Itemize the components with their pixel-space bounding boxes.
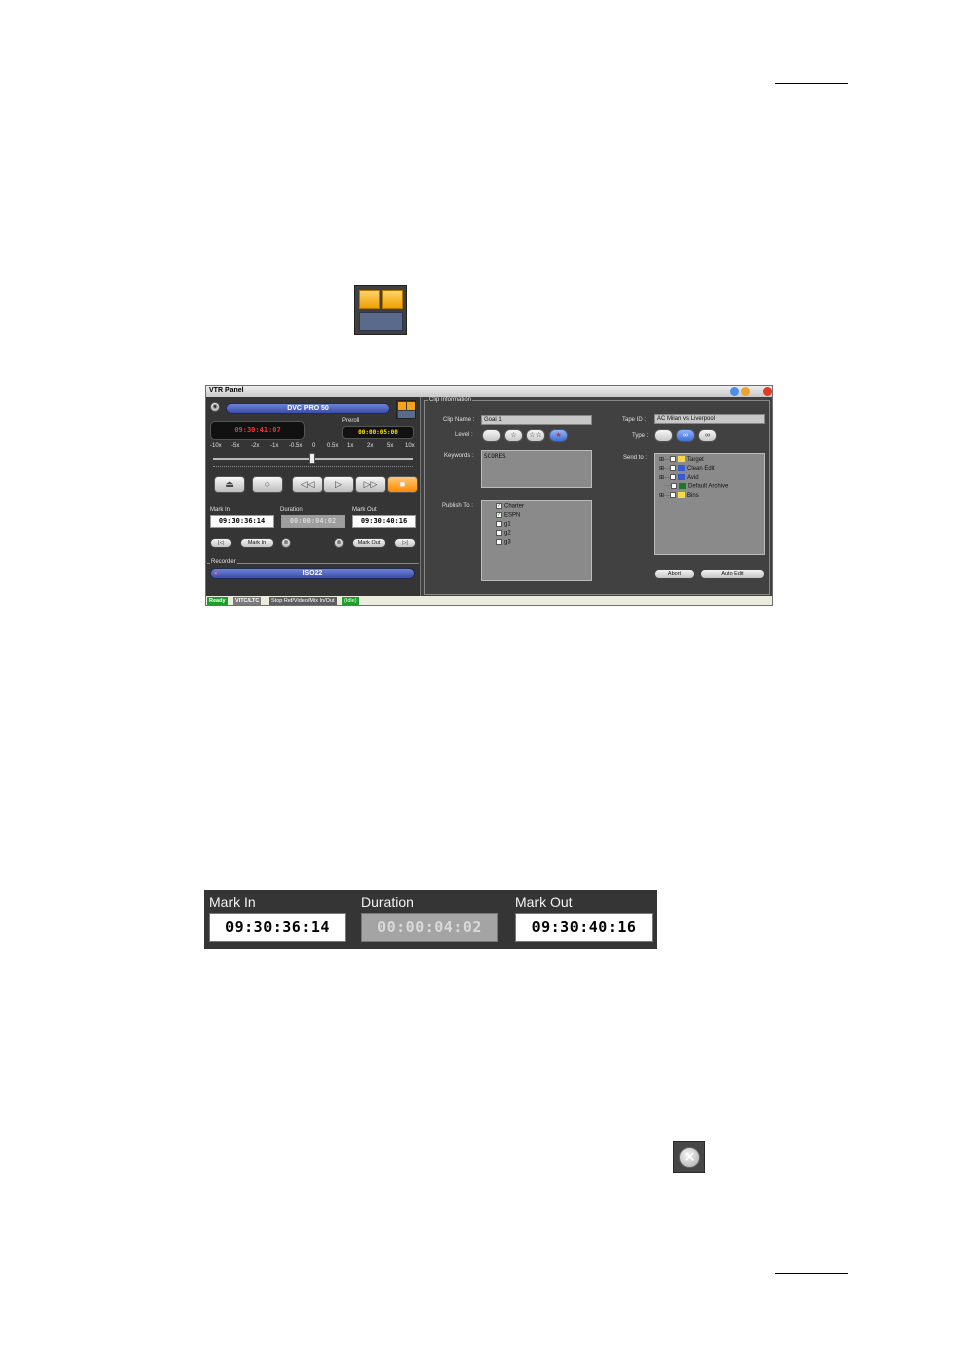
- duration-label: Duration: [361, 894, 414, 910]
- header-rule: [775, 83, 848, 84]
- shuttle-handle[interactable]: [309, 453, 315, 464]
- send-item[interactable]: ⊞··· Target: [659, 456, 704, 463]
- mark-out-timecode[interactable]: 09:30:40:16: [352, 515, 416, 528]
- layout-icon[interactable]: [396, 400, 416, 419]
- minimize-icon[interactable]: [741, 387, 750, 396]
- type-2-button[interactable]: ∞: [698, 429, 717, 442]
- speed-scale: -10x -5x -2x -1x -0.5x 0 0.5x 1x 2x 5x 1…: [210, 443, 415, 449]
- clip-information-title: Clip Information: [428, 397, 473, 403]
- keywords-label: Keywords :: [444, 453, 474, 459]
- eject-button[interactable]: ⏏: [214, 476, 245, 493]
- mark-in-label: Mark In: [210, 507, 231, 513]
- vtr-panel-window: VTR Panel ◉ DVC PRO 50 09:30:41:07 Prero…: [205, 385, 773, 606]
- type-label: Type :: [632, 433, 649, 439]
- window-title: VTR Panel: [206, 386, 772, 397]
- clip-name-label: Clip Name :: [443, 417, 475, 423]
- timecode-display: 09:30:41:07: [210, 421, 305, 440]
- mark-in-label: Mark In: [209, 894, 256, 910]
- send-to-label: Send to :: [623, 455, 648, 461]
- tape-id-label: Tape ID :: [622, 417, 647, 423]
- duration-timecode: 00:00:04:02: [281, 515, 345, 528]
- keywords-field[interactable]: SCORES: [481, 450, 592, 488]
- level-2-button[interactable]: ☆☆: [526, 429, 545, 442]
- recorder-selector[interactable]: ● ISO22: [210, 568, 415, 579]
- mark-in-button[interactable]: Mark In: [240, 538, 274, 548]
- goto-mark-out-button[interactable]: ▷|: [394, 538, 416, 548]
- level-label: Level :: [455, 432, 473, 438]
- send-to-tree[interactable]: ⊞··· Target ⊞··· Clean Edit ⊞··· Avid ··· De…: [654, 453, 765, 555]
- status-idle: (Idle): [342, 597, 359, 605]
- mark-in-timecode[interactable]: 09:30:36:14: [210, 515, 274, 528]
- clear-icon: ✕: [673, 1141, 705, 1173]
- eject-small-icon[interactable]: ◉: [210, 402, 220, 412]
- tape-id-field[interactable]: AC Milan vs Liverpool: [654, 414, 765, 424]
- publish-item[interactable]: g1: [496, 521, 511, 528]
- format-selector[interactable]: DVC PRO 50: [226, 403, 390, 414]
- level-0-button[interactable]: [482, 429, 501, 442]
- stop-button[interactable]: ■: [387, 476, 418, 493]
- help-icon[interactable]: [730, 387, 739, 396]
- duration-timecode: 00:00:04:02: [361, 913, 498, 942]
- recorder-status-icon: ●: [214, 571, 218, 577]
- rewind-button[interactable]: ◁◁: [292, 476, 323, 493]
- publish-item[interactable]: ✓ ESPN: [496, 512, 520, 519]
- footer-rule: [775, 1273, 848, 1274]
- mark-out-button[interactable]: Mark Out: [352, 538, 386, 548]
- goto-mark-in-button[interactable]: |◁: [210, 538, 232, 548]
- mark-out-timecode[interactable]: 09:30:40:16: [515, 913, 653, 942]
- clip-name-field[interactable]: Goal 1: [481, 415, 592, 425]
- abort-button[interactable]: Abort: [654, 569, 695, 579]
- preroll-display[interactable]: 00:00:05:00: [342, 426, 414, 439]
- close-icon[interactable]: [763, 387, 772, 396]
- type-0-button[interactable]: [654, 429, 673, 442]
- recorder-label: Recorder: [210, 559, 237, 565]
- clip-information-pane: Clip Information Clip Name : Goal 1 Leve…: [422, 397, 772, 597]
- publish-item[interactable]: ✓ Charter: [496, 503, 524, 510]
- mark-fields-enlarged: Mark In Duration Mark Out 09:30:36:14 00…: [204, 890, 657, 949]
- fast-forward-button[interactable]: ▷▷: [355, 476, 386, 493]
- send-item[interactable]: ⊞··· Clean Edit: [659, 465, 715, 472]
- duration-label: Duration: [280, 507, 303, 513]
- send-item[interactable]: ··· Default Archive: [665, 483, 728, 490]
- publish-item[interactable]: g3: [496, 539, 511, 546]
- auto-edit-button[interactable]: Auto Edit: [700, 569, 765, 579]
- clear-mark-out-icon[interactable]: ⊗: [334, 538, 344, 548]
- send-item[interactable]: ⊞··· Avid: [659, 474, 699, 481]
- type-1-button[interactable]: ∞: [676, 429, 695, 442]
- publish-to-label: Publish To :: [442, 503, 473, 509]
- publish-item[interactable]: g2: [496, 530, 511, 537]
- mark-in-timecode[interactable]: 09:30:36:14: [209, 913, 346, 942]
- mark-out-label: Mark Out: [515, 894, 573, 910]
- status-vitc: VITC/LTC: [233, 597, 262, 605]
- mark-out-label: Mark Out: [352, 507, 377, 513]
- record-button[interactable]: ○: [252, 476, 283, 493]
- preroll-label: Preroll: [342, 418, 360, 424]
- play-button[interactable]: ▷: [323, 476, 354, 493]
- status-ready: Ready: [207, 597, 228, 605]
- level-1-button[interactable]: ☆: [504, 429, 523, 442]
- publish-to-list[interactable]: ✓ Charter ✓ ESPN g1 g2 g3: [481, 500, 592, 581]
- layout-icon: [354, 285, 407, 335]
- player-pane: ◉ DVC PRO 50 09:30:41:07 Preroll 00:00:0…: [206, 397, 421, 597]
- clear-mark-in-icon[interactable]: ⊗: [281, 538, 291, 548]
- status-bar: Ready VITC/LTC Stop Ref/Video/Mix In/Out…: [206, 596, 772, 605]
- level-3-button[interactable]: ★: [549, 429, 568, 442]
- status-message: Stop Ref/Video/Mix In/Out: [269, 597, 337, 605]
- recorder-divider: [207, 563, 419, 564]
- jog-ticks: [213, 466, 413, 468]
- send-item[interactable]: ⊞··· Bins: [659, 492, 699, 499]
